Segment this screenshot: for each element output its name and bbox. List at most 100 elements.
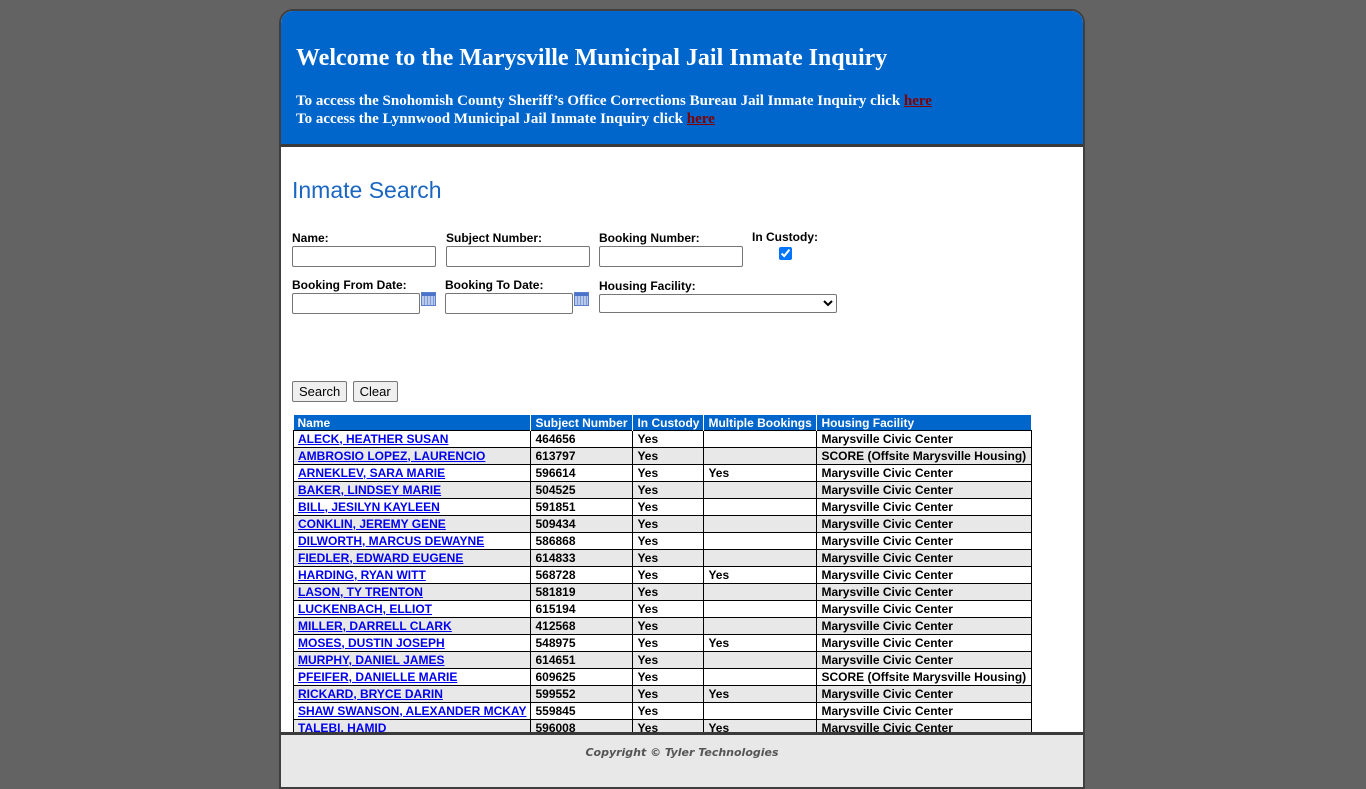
table-row: MOSES, DUSTIN JOSEPH 548975 Yes Yes Marysvil… xyxy=(292,634,1032,652)
inmate-name-link[interactable]: PFEIFER, DANIELLE MARIE xyxy=(298,670,457,684)
snohomish-here-link[interactable]: here xyxy=(904,93,932,109)
multiple-bookings-cell xyxy=(703,583,818,601)
subject-number-cell: 464656 xyxy=(530,430,634,448)
inmate-name-link[interactable]: SHAW SWANSON, ALEXANDER MCKAY xyxy=(298,704,526,718)
inmate-name-cell: ARNEKLEV, SARA MARIE xyxy=(292,464,532,482)
inmate-name-cell: FIEDLER, EDWARD EUGENE xyxy=(292,549,532,567)
snohomish-link-line: To access the Snohomish County Sheriff’s… xyxy=(296,92,1083,110)
subject-number-cell: 614833 xyxy=(530,549,634,567)
table-row: MURPHY, DANIEL JAMES 614651 Yes Marysville … xyxy=(292,651,1032,669)
booking-field-group: Booking Number: xyxy=(599,231,743,267)
table-row: BILL, JESILYN KAYLEEN 591851 Yes Marysville… xyxy=(292,498,1032,516)
housing-facility-cell: Marysville Civic Center xyxy=(816,549,1032,567)
booking-number-label: Booking Number: xyxy=(599,231,700,245)
inmate-name-cell: DILWORTH, MARCUS DEWAYNE xyxy=(292,532,532,550)
inmate-name-link[interactable]: BAKER, LINDSEY MARIE xyxy=(298,483,441,497)
subject-number-cell: 613797 xyxy=(530,447,634,465)
inmate-name-link[interactable]: DILWORTH, MARCUS DEWAYNE xyxy=(298,534,484,548)
booking-from-date-input[interactable] xyxy=(292,293,420,314)
in-custody-cell: Yes xyxy=(632,583,705,601)
housing-facility-cell: Marysville Civic Center xyxy=(816,566,1032,584)
lynnwood-link-text: To access the Lynnwood Municipal Jail In… xyxy=(296,111,687,127)
inmate-name-link[interactable]: FIEDLER, EDWARD EUGENE xyxy=(298,551,463,565)
housing-facility-cell: SCORE (Offsite Marysville Housing) xyxy=(816,447,1032,465)
inmate-name-cell: PFEIFER, DANIELLE MARIE xyxy=(292,668,532,686)
inmate-name-link[interactable]: MOSES, DUSTIN JOSEPH xyxy=(298,636,445,650)
inmate-name-link[interactable]: MURPHY, DANIEL JAMES xyxy=(298,653,444,667)
calendar-icon[interactable] xyxy=(421,292,436,306)
inmate-name-cell: MOSES, DUSTIN JOSEPH xyxy=(292,634,532,652)
booking-from-date-label: Booking From Date: xyxy=(292,278,407,292)
housing-facility-cell: Marysville Civic Center xyxy=(816,600,1032,618)
lynnwood-here-link[interactable]: here xyxy=(687,111,715,127)
inmate-name-link[interactable]: RICKARD, BRYCE DARIN xyxy=(298,687,443,701)
in-custody-cell: Yes xyxy=(632,532,705,550)
housing-facility-cell: Marysville Civic Center xyxy=(816,583,1032,601)
housing-facility-cell: Marysville Civic Center xyxy=(816,481,1032,499)
subject-number-cell: 614651 xyxy=(530,651,634,669)
inmate-name-link[interactable]: LASON, TY TRENTON xyxy=(298,585,423,599)
housing-facility-label: Housing Facility: xyxy=(599,279,696,293)
table-row: SHAW SWANSON, ALEXANDER MCKAY 559845 Yes Ma… xyxy=(292,702,1032,720)
subject-number-cell: 581819 xyxy=(530,583,634,601)
subject-number-input[interactable] xyxy=(446,246,590,267)
inmate-name-cell: LUCKENBACH, ELLIOT xyxy=(292,600,532,618)
custody-field-group: In Custody: xyxy=(752,230,818,263)
in-custody-cell: Yes xyxy=(632,668,705,686)
multiple-bookings-cell xyxy=(703,481,818,499)
multiple-bookings-cell xyxy=(703,549,818,567)
inmate-name-link[interactable]: ALECK, HEATHER SUSAN xyxy=(298,432,448,446)
inmate-name-link[interactable]: HARDING, RYAN WITT xyxy=(298,568,426,582)
inmate-name-cell: MURPHY, DANIEL JAMES xyxy=(292,651,532,669)
column-header-multiple-bookings[interactable]: Multiple Bookings xyxy=(703,415,818,431)
clear-button[interactable]: Clear xyxy=(352,381,398,402)
in-custody-cell: Yes xyxy=(632,566,705,584)
lynnwood-link-line: To access the Lynnwood Municipal Jail In… xyxy=(296,110,1083,128)
multiple-bookings-cell xyxy=(703,600,818,618)
in-custody-cell: Yes xyxy=(632,515,705,533)
column-header-subject-number[interactable]: Subject Number xyxy=(530,415,634,431)
table-row: AMBROSIO LOPEZ, LAURENCIO 613797 Yes SCORE … xyxy=(292,447,1032,465)
column-header-housing-facility[interactable]: Housing Facility xyxy=(816,415,1032,431)
inmate-name-link[interactable]: ARNEKLEV, SARA MARIE xyxy=(298,466,445,480)
name-field-group: Name: xyxy=(292,231,436,267)
inmate-name-link[interactable]: LUCKENBACH, ELLIOT xyxy=(298,602,432,616)
in-custody-checkbox[interactable] xyxy=(778,247,792,260)
inmate-name-link[interactable]: CONKLIN, JEREMY GENE xyxy=(298,517,446,531)
search-button[interactable]: Search xyxy=(292,381,348,402)
housing-facility-cell: Marysville Civic Center xyxy=(816,498,1032,516)
inmate-name-cell: ALECK, HEATHER SUSAN xyxy=(292,430,532,448)
subject-number-cell: 586868 xyxy=(530,532,634,550)
multiple-bookings-cell: Yes xyxy=(703,634,818,652)
in-custody-cell: Yes xyxy=(632,481,705,499)
table-row: CONKLIN, JEREMY GENE 509434 Yes Marysville … xyxy=(292,515,1032,533)
inmate-name-cell: MILLER, DARRELL CLARK xyxy=(292,617,532,635)
subject-number-cell: 548975 xyxy=(530,634,634,652)
inmate-name-link[interactable]: MILLER, DARRELL CLARK xyxy=(298,619,452,633)
multiple-bookings-cell: Yes xyxy=(703,566,818,584)
in-custody-cell: Yes xyxy=(632,600,705,618)
results-header-row: Name Subject Number In Custody Multiple … xyxy=(293,415,1032,431)
housing-facility-select[interactable] xyxy=(599,294,837,313)
housing-facility-cell: SCORE (Offsite Marysville Housing) xyxy=(816,668,1032,686)
table-row: FIEDLER, EDWARD EUGENE 614833 Yes Marysvill… xyxy=(292,549,1032,567)
column-header-in-custody[interactable]: In Custody xyxy=(632,415,705,431)
page-title: Inmate Search xyxy=(292,177,442,203)
table-row: ARNEKLEV, SARA MARIE 596614 Yes Yes Marysvil… xyxy=(292,464,1032,482)
copyright-text: Copyright © Tyler Technologies xyxy=(585,746,779,759)
calendar-icon[interactable] xyxy=(574,292,589,306)
name-input[interactable] xyxy=(292,246,436,267)
column-header-name[interactable]: Name xyxy=(293,415,532,431)
booking-to-date-label: Booking To Date: xyxy=(445,278,544,292)
header-title: Welcome to the Marysville Municipal Jail… xyxy=(296,45,888,71)
inmate-name-link[interactable]: BILL, JESILYN KAYLEEN xyxy=(298,500,440,514)
inmate-name-link[interactable]: AMBROSIO LOPEZ, LAURENCIO xyxy=(298,449,485,463)
booking-to-date-input[interactable] xyxy=(445,293,573,314)
in-custody-cell: Yes xyxy=(632,549,705,567)
booking-number-input[interactable] xyxy=(599,246,743,267)
multiple-bookings-cell: Yes xyxy=(703,685,818,703)
subject-number-cell: 504525 xyxy=(530,481,634,499)
multiple-bookings-cell xyxy=(703,532,818,550)
subject-number-cell: 568728 xyxy=(530,566,634,584)
inmate-name-cell: RICKARD, BRYCE DARIN xyxy=(292,685,532,703)
